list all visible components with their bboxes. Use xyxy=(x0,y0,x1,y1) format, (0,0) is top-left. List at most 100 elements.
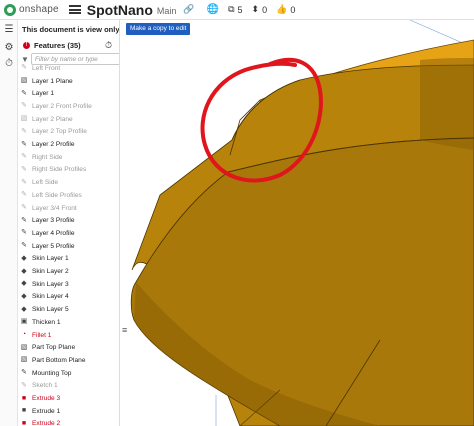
document-title[interactable]: SpotNano xyxy=(87,2,153,18)
fillet-icon: ◔ xyxy=(21,331,27,339)
feature-label: Extrude 1 xyxy=(32,407,61,415)
feature-label: Skin Layer 2 xyxy=(32,268,69,276)
sketch-icon: ✎ xyxy=(21,216,27,224)
feature-label: Right Side xyxy=(32,153,63,161)
loft-icon: ◆ xyxy=(21,254,27,262)
sketch-icon: ✎ xyxy=(21,242,27,250)
3d-viewport[interactable]: Make a copy to edit ≡ xyxy=(120,20,474,426)
feature-label: Layer 2 Front Profile xyxy=(32,102,92,110)
link-icon[interactable]: 🔗 xyxy=(183,4,194,15)
feature-item[interactable]: ✎ Left Front xyxy=(18,62,119,75)
extrude-icon: ■ xyxy=(21,419,27,426)
plane-icon: ▧ xyxy=(20,77,28,85)
feature-label: Layer 3/4 Front xyxy=(32,204,77,212)
feature-item[interactable]: ▧ Part Bottom Plane xyxy=(18,354,119,367)
sketch-icon: ✎ xyxy=(21,204,27,212)
feature-item[interactable]: ✎ Layer 3/4 Front xyxy=(18,202,119,215)
sketch-icon: ✎ xyxy=(21,369,27,377)
feature-tree-toggle-icon[interactable]: ≡ xyxy=(122,325,127,335)
parts-icon[interactable]: ⚙ xyxy=(3,42,15,54)
part-dark-strip xyxy=(420,58,474,150)
feature-label: Skin Layer 5 xyxy=(32,306,69,314)
likes-count: 0 xyxy=(290,4,296,15)
branch-label: Main xyxy=(156,6,177,16)
error-icon: ! xyxy=(23,42,30,49)
feature-item[interactable]: ✎ Left Side xyxy=(18,176,119,189)
feature-item[interactable]: ◔ Fillet 1 xyxy=(18,329,119,342)
feature-label: Skin Layer 1 xyxy=(32,255,69,263)
feature-item[interactable]: ◆ Skin Layer 2 xyxy=(18,265,119,278)
feature-label: Fillet 1 xyxy=(32,331,52,339)
branch-icon: ⬍ xyxy=(251,4,260,14)
feature-item[interactable]: ✎ Layer 2 Top Profile xyxy=(18,126,119,139)
feature-item[interactable]: ✎ Right Side Profiles xyxy=(18,164,119,177)
feature-item[interactable]: ▧ Layer 1 Plane xyxy=(18,75,119,88)
feature-item[interactable]: ✎ Layer 2 Profile xyxy=(18,138,119,151)
feature-list-icon[interactable]: ☰ xyxy=(3,24,15,36)
feature-label: Part Top Plane xyxy=(32,344,76,352)
likes-stat[interactable]: 👍 0 xyxy=(276,4,295,15)
top-bar: onshape SpotNano Main 🔗 🌐 ⧉ 5 ⬍ 0 👍 0 xyxy=(0,0,474,20)
sketch-icon: ✎ xyxy=(21,140,27,148)
versions-stat[interactable]: ⧉ 5 xyxy=(228,4,242,15)
feature-item[interactable]: ■ Extrude 1 xyxy=(18,405,119,418)
feature-item[interactable]: ✎ Mounting Top xyxy=(18,367,119,380)
make-copy-button[interactable]: Make a copy to edit xyxy=(126,23,191,35)
feature-label: Left Side Profiles xyxy=(32,191,82,199)
feature-label: Layer 4 Profile xyxy=(32,229,75,237)
feature-label: Mounting Top xyxy=(32,369,72,377)
feature-item[interactable]: ✎ Layer 5 Profile xyxy=(18,240,119,253)
sketch-icon: ✎ xyxy=(21,127,27,135)
onshape-logo-icon xyxy=(4,3,16,16)
feature-item[interactable]: ✎ Layer 1 xyxy=(18,87,119,100)
loft-icon: ◆ xyxy=(21,280,27,288)
menu-icon[interactable] xyxy=(68,5,81,14)
feature-label: Extrude 2 xyxy=(32,420,61,426)
feature-item[interactable]: ◆ Skin Layer 3 xyxy=(18,278,119,291)
feature-item[interactable]: ✎ Layer 4 Profile xyxy=(18,227,119,240)
feature-label: Layer 3 Profile xyxy=(32,217,75,225)
branches-stat[interactable]: ⬍ 0 xyxy=(252,4,268,15)
feature-item[interactable]: ✎ Sketch 1 xyxy=(18,380,119,393)
like-icon: 👍 xyxy=(276,4,288,14)
feature-item[interactable]: ◆ Skin Layer 4 xyxy=(18,291,119,304)
plane-icon: ▧ xyxy=(20,356,28,364)
feature-label: Layer 5 Profile xyxy=(32,242,75,250)
feature-item[interactable]: ◆ Skin Layer 1 xyxy=(18,253,119,266)
features-label[interactable]: Features (35) xyxy=(34,41,81,50)
feature-item[interactable]: ✎ Layer 2 Front Profile xyxy=(18,100,119,113)
feature-item[interactable]: ✎ Layer 3 Profile xyxy=(18,214,119,227)
branches-count: 0 xyxy=(262,4,268,15)
sketch-icon: ✎ xyxy=(21,178,27,186)
loft-icon: ◆ xyxy=(21,305,27,313)
extrude-icon: ■ xyxy=(21,407,27,415)
plane-icon: ▧ xyxy=(20,115,28,123)
feature-item[interactable]: ▧ Layer 2 Plane xyxy=(18,113,119,126)
left-icon-rail: ☰ ⚙ ⏱ xyxy=(0,20,18,426)
globe-icon[interactable]: 🌐 xyxy=(207,4,219,15)
feature-label: Skin Layer 3 xyxy=(32,280,69,288)
feature-label: Layer 2 Profile xyxy=(32,141,75,149)
rollback-icon[interactable]: ⏱ xyxy=(105,40,112,51)
plane-icon: ▧ xyxy=(20,343,28,351)
sketch-icon: ✎ xyxy=(21,165,27,173)
model-view xyxy=(130,20,474,426)
history-icon[interactable]: ⏱ xyxy=(3,58,15,70)
feature-label: Sketch 1 xyxy=(32,382,58,390)
logo-text: onshape xyxy=(19,4,59,15)
feature-item[interactable]: ■ Extrude 2 xyxy=(18,418,119,426)
sketch-icon: ✎ xyxy=(21,381,27,389)
sketch-icon: ✎ xyxy=(21,191,27,199)
feature-item[interactable]: ✎ Left Side Profiles xyxy=(18,189,119,202)
feature-item[interactable]: ■ Extrude 3 xyxy=(18,392,119,405)
feature-item[interactable]: ◆ Skin Layer 5 xyxy=(18,303,119,316)
sketch-icon: ✎ xyxy=(21,229,27,237)
feature-item[interactable]: ✎ Right Side xyxy=(18,151,119,164)
feature-item[interactable]: ▧ Part Top Plane xyxy=(18,341,119,354)
sketch-icon: ✎ xyxy=(21,89,27,97)
feature-label: Layer 2 Plane xyxy=(32,115,73,123)
view-only-notice: This document is view only. xyxy=(22,25,120,34)
onshape-logo[interactable]: onshape xyxy=(4,3,59,16)
versions-count: 5 xyxy=(237,4,243,15)
feature-item[interactable]: ▣ Thicken 1 xyxy=(18,316,119,329)
